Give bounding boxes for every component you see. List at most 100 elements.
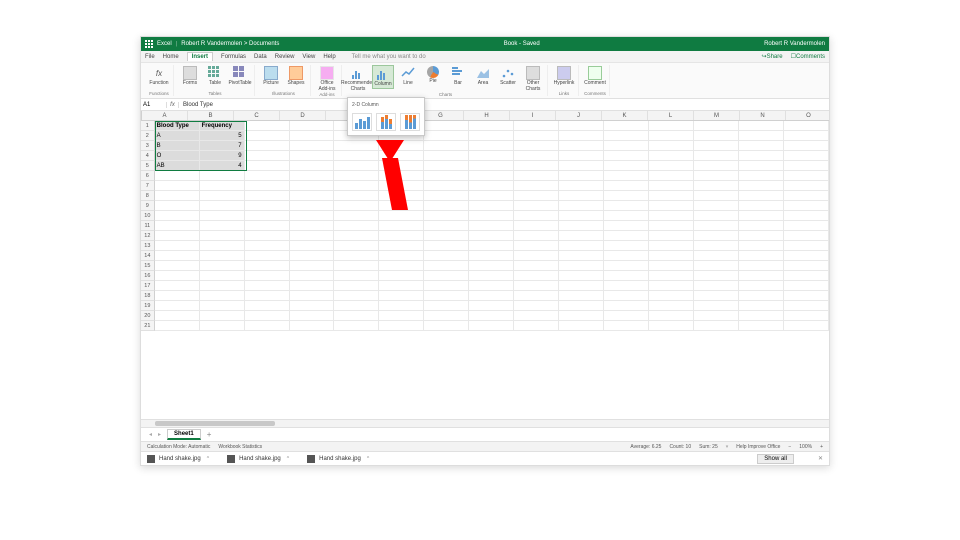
cell-I6[interactable] (514, 171, 559, 181)
cell-D10[interactable] (290, 211, 335, 221)
column-header-A[interactable]: A (142, 111, 188, 120)
clustered-column-option[interactable] (352, 113, 372, 131)
cell-J15[interactable] (559, 261, 604, 271)
cell-N2[interactable] (739, 131, 784, 141)
cell-G6[interactable] (424, 171, 469, 181)
cell-O4[interactable] (784, 151, 829, 161)
cell-D18[interactable] (290, 291, 335, 301)
column-header-H[interactable]: H (464, 111, 510, 120)
cell-J14[interactable] (559, 251, 604, 261)
comment-button[interactable]: Comment (584, 65, 606, 87)
cell-D17[interactable] (290, 281, 335, 291)
user-name[interactable]: Robert R Vandermolen (764, 41, 825, 47)
breadcrumb[interactable]: Robert R Vandermolen > Documents (181, 41, 279, 47)
tab-data[interactable]: Data (254, 54, 267, 60)
cell-E11[interactable] (334, 221, 379, 231)
row-header-12[interactable]: 12 (141, 231, 155, 241)
cell-G4[interactable] (424, 151, 469, 161)
cell-A18[interactable] (155, 291, 200, 301)
function-button[interactable]: fxFunction (148, 65, 170, 87)
cell-O18[interactable] (784, 291, 829, 301)
spreadsheet-grid[interactable]: ABCDEFGHIJKLMNO 1Blood TypeFrequency2A53… (141, 111, 829, 419)
column-header-K[interactable]: K (602, 111, 648, 120)
cell-C5[interactable] (245, 161, 290, 171)
cell-L19[interactable] (649, 301, 694, 311)
name-box[interactable]: A1 (141, 102, 167, 108)
row-header-9[interactable]: 9 (141, 201, 155, 211)
cell-D12[interactable] (290, 231, 335, 241)
cell-F4[interactable] (379, 151, 424, 161)
sheet-tab-sheet1[interactable]: Sheet1 (167, 429, 201, 440)
cell-N21[interactable] (739, 321, 784, 331)
cell-N6[interactable] (739, 171, 784, 181)
horizontal-scrollbar[interactable] (141, 419, 829, 427)
cell-E12[interactable] (334, 231, 379, 241)
cell-N18[interactable] (739, 291, 784, 301)
cell-M16[interactable] (694, 271, 739, 281)
cell-L14[interactable] (649, 251, 694, 261)
cell-H1[interactable] (469, 121, 514, 131)
cell-E20[interactable] (334, 311, 379, 321)
cell-M15[interactable] (694, 261, 739, 271)
row-header-15[interactable]: 15 (141, 261, 155, 271)
cell-C14[interactable] (245, 251, 290, 261)
cell-L15[interactable] (649, 261, 694, 271)
cell-A2[interactable]: A (155, 131, 200, 141)
table-button[interactable]: Table (204, 65, 226, 87)
cell-O3[interactable] (784, 141, 829, 151)
cell-H16[interactable] (469, 271, 514, 281)
column-header-D[interactable]: D (280, 111, 326, 120)
tab-help[interactable]: Help (323, 54, 335, 60)
cell-M2[interactable] (694, 131, 739, 141)
tab-file[interactable]: File (145, 54, 155, 60)
column-header-O[interactable]: O (786, 111, 829, 120)
cell-A8[interactable] (155, 191, 200, 201)
cell-G7[interactable] (424, 181, 469, 191)
cell-A17[interactable] (155, 281, 200, 291)
close-downloads-bar[interactable]: ✕ (818, 455, 823, 462)
cell-J21[interactable] (559, 321, 604, 331)
cell-B1[interactable]: Frequency (200, 121, 245, 131)
cell-C6[interactable] (245, 171, 290, 181)
cell-G5[interactable] (424, 161, 469, 171)
row-header-10[interactable]: 10 (141, 211, 155, 221)
cell-C12[interactable] (245, 231, 290, 241)
cell-D8[interactable] (290, 191, 335, 201)
cell-D4[interactable] (290, 151, 335, 161)
cell-C18[interactable] (245, 291, 290, 301)
row-header-11[interactable]: 11 (141, 221, 155, 231)
cell-O7[interactable] (784, 181, 829, 191)
cell-C9[interactable] (245, 201, 290, 211)
cell-H7[interactable] (469, 181, 514, 191)
row-header-2[interactable]: 2 (141, 131, 155, 141)
cell-B13[interactable] (200, 241, 245, 251)
chevron-up-icon[interactable]: ^ (287, 456, 289, 462)
cell-A20[interactable] (155, 311, 200, 321)
cell-N17[interactable] (739, 281, 784, 291)
cell-K4[interactable] (604, 151, 649, 161)
cell-L11[interactable] (649, 221, 694, 231)
cell-M9[interactable] (694, 201, 739, 211)
cell-H19[interactable] (469, 301, 514, 311)
cell-K10[interactable] (604, 211, 649, 221)
cell-G20[interactable] (424, 311, 469, 321)
cell-N19[interactable] (739, 301, 784, 311)
cell-D13[interactable] (290, 241, 335, 251)
cell-C7[interactable] (245, 181, 290, 191)
cell-O2[interactable] (784, 131, 829, 141)
cell-E7[interactable] (334, 181, 379, 191)
recommended-charts-button[interactable]: Recommended Charts (347, 65, 369, 92)
cell-D6[interactable] (290, 171, 335, 181)
cell-C1[interactable] (245, 121, 290, 131)
cell-D2[interactable] (290, 131, 335, 141)
cell-G2[interactable] (424, 131, 469, 141)
line-chart-button[interactable]: Line (397, 65, 419, 87)
cell-N3[interactable] (739, 141, 784, 151)
tell-me-search[interactable]: Tell me what you want to do (352, 54, 426, 60)
cell-M4[interactable] (694, 151, 739, 161)
cell-I16[interactable] (514, 271, 559, 281)
stacked100-column-option[interactable] (400, 113, 420, 131)
cell-K13[interactable] (604, 241, 649, 251)
cell-F19[interactable] (379, 301, 424, 311)
cell-A14[interactable] (155, 251, 200, 261)
